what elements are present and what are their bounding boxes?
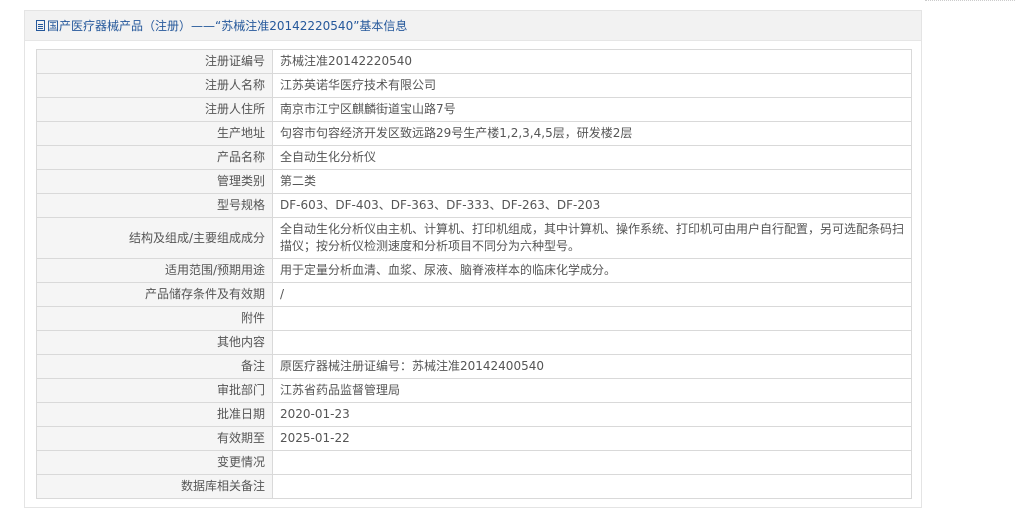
row-label: 有效期至 — [36, 426, 273, 451]
row-value: 苏械注准20142220540 — [272, 49, 912, 74]
table-row: 注册证编号 苏械注准20142220540 — [36, 49, 912, 74]
row-label: 注册证编号 — [36, 49, 273, 74]
table-row: 备注 原医疗器械注册证编号：苏械注准20142400540 — [36, 354, 912, 379]
row-label: 产品储存条件及有效期 — [36, 282, 273, 307]
top-right-dotted-rule — [925, 0, 1015, 3]
row-value — [272, 450, 912, 475]
row-label: 其他内容 — [36, 330, 273, 355]
row-value — [272, 306, 912, 331]
table-row: 结构及组成/主要组成成分 全自动生化分析仪由主机、计算机、打印机组成，其中计算机… — [36, 217, 912, 259]
row-value: 江苏英诺华医疗技术有限公司 — [272, 73, 912, 98]
row-label: 型号规格 — [36, 193, 273, 218]
row-value — [272, 474, 912, 499]
row-value: / — [272, 282, 912, 307]
row-value — [272, 330, 912, 355]
table-row: 批准日期 2020-01-23 — [36, 402, 912, 427]
table-row: 变更情况 — [36, 450, 912, 475]
row-value: 第二类 — [272, 169, 912, 194]
row-value: 原医疗器械注册证编号：苏械注准20142400540 — [272, 354, 912, 379]
table-row: 型号规格 DF-603、DF-403、DF-363、DF-333、DF-263、… — [36, 193, 912, 218]
table-row: 产品储存条件及有效期 / — [36, 282, 912, 307]
row-label: 适用范围/预期用途 — [36, 258, 273, 283]
row-label: 生产地址 — [36, 121, 273, 146]
table-row: 生产地址 句容市句容经济开发区致远路29号生产楼1,2,3,4,5层，研发楼2层 — [36, 121, 912, 146]
table-row: 有效期至 2025-01-22 — [36, 426, 912, 451]
row-value: 江苏省药品监督管理局 — [272, 378, 912, 403]
row-label: 产品名称 — [36, 145, 273, 170]
table-row: 审批部门 江苏省药品监督管理局 — [36, 378, 912, 403]
table-row: 产品名称 全自动生化分析仪 — [36, 145, 912, 170]
panel-header: 国产医疗器械产品（注册）——“苏械注准20142220540”基本信息 — [25, 11, 921, 41]
table-row: 注册人名称 江苏英诺华医疗技术有限公司 — [36, 73, 912, 98]
info-table: 注册证编号 苏械注准20142220540 注册人名称 江苏英诺华医疗技术有限公… — [36, 49, 912, 499]
row-label: 附件 — [36, 306, 273, 331]
row-value: 全自动生化分析仪由主机、计算机、打印机组成，其中计算机、操作系统、打印机可由用户… — [272, 217, 912, 259]
document-icon — [36, 20, 45, 31]
row-value: 2020-01-23 — [272, 402, 912, 427]
row-value: 2025-01-22 — [272, 426, 912, 451]
row-label: 审批部门 — [36, 378, 273, 403]
table-row: 注册人住所 南京市江宁区麒麟街道宝山路7号 — [36, 97, 912, 122]
row-label: 数据库相关备注 — [36, 474, 273, 499]
row-label: 备注 — [36, 354, 273, 379]
row-label: 管理类别 — [36, 169, 273, 194]
row-value: 句容市句容经济开发区致远路29号生产楼1,2,3,4,5层，研发楼2层 — [272, 121, 912, 146]
row-label: 注册人名称 — [36, 73, 273, 98]
row-label: 批准日期 — [36, 402, 273, 427]
row-value: 南京市江宁区麒麟街道宝山路7号 — [272, 97, 912, 122]
panel-title: 国产医疗器械产品（注册）——“苏械注准20142220540”基本信息 — [47, 19, 408, 33]
row-label: 注册人住所 — [36, 97, 273, 122]
row-value: DF-603、DF-403、DF-363、DF-333、DF-263、DF-20… — [272, 193, 912, 218]
product-info-panel: 国产医疗器械产品（注册）——“苏械注准20142220540”基本信息 注册证编… — [24, 10, 922, 508]
table-row: 数据库相关备注 — [36, 474, 912, 499]
table-row: 管理类别 第二类 — [36, 169, 912, 194]
row-value: 全自动生化分析仪 — [272, 145, 912, 170]
table-row: 适用范围/预期用途 用于定量分析血清、血浆、尿液、脑脊液样本的临床化学成分。 — [36, 258, 912, 283]
row-value: 用于定量分析血清、血浆、尿液、脑脊液样本的临床化学成分。 — [272, 258, 912, 283]
table-row: 附件 — [36, 306, 912, 331]
row-label: 变更情况 — [36, 450, 273, 475]
table-row: 其他内容 — [36, 330, 912, 355]
row-label: 结构及组成/主要组成成分 — [36, 217, 273, 259]
